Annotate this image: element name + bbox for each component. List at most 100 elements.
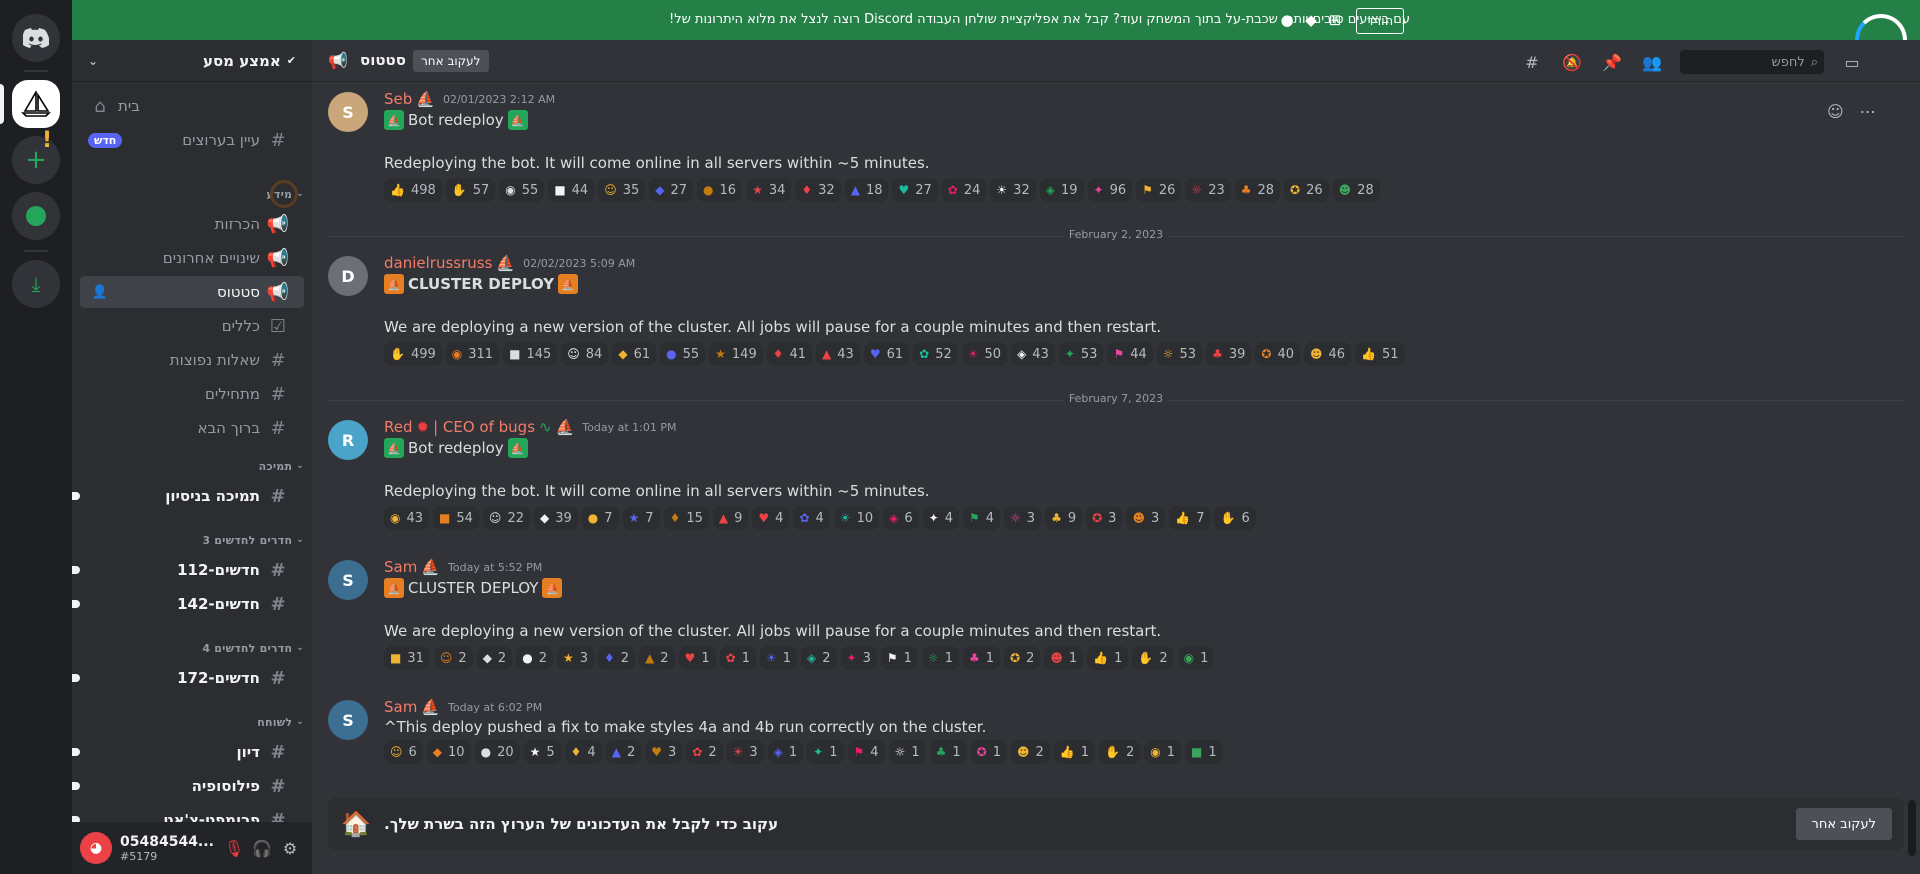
channel-rules[interactable]: כללים ☑ xyxy=(80,310,304,342)
reaction-chip[interactable]: ✿ 52 xyxy=(913,342,958,366)
midjourney-server-icon[interactable] xyxy=(12,80,60,128)
category-newbies-3[interactable]: חדרים לחדשים 3 ⌄ xyxy=(72,528,312,552)
reaction-chip[interactable]: ◆ 39 xyxy=(533,506,578,530)
reaction-chip[interactable]: ✋ 57 xyxy=(445,178,496,202)
inbox-icon[interactable]: ▭ xyxy=(1840,50,1864,74)
reaction-chip[interactable]: ✪ 3 xyxy=(1086,506,1123,530)
user-info[interactable]: 05484544... #5179 xyxy=(120,834,220,863)
reaction-chip[interactable]: ☺ 2 xyxy=(433,646,473,670)
channel-trial-support[interactable]: תמיכה בניסיון # xyxy=(72,480,304,512)
reaction-chip[interactable]: ♥ 4 xyxy=(752,506,790,530)
channel-browse[interactable]: חדש עיין בערוצים # xyxy=(80,124,304,156)
reaction-chip[interactable]: ✦ 53 xyxy=(1058,342,1104,366)
channel-welcome[interactable]: ברוך הבא # xyxy=(80,412,304,444)
reaction-chip[interactable]: ◆ 10 xyxy=(426,740,471,764)
reaction-chip[interactable]: ♥ 3 xyxy=(645,740,683,764)
reaction-chip[interactable]: ● 55 xyxy=(660,342,706,366)
reaction-chip[interactable]: ◈ 1 xyxy=(767,740,804,764)
reaction-chip[interactable]: ♣ 28 xyxy=(1234,178,1281,202)
reaction-chip[interactable]: ☀ 32 xyxy=(990,178,1036,202)
follow-button[interactable]: לעקוב אחר xyxy=(413,50,489,72)
avatar[interactable]: S xyxy=(328,92,368,132)
reaction-chip[interactable]: ★ 149 xyxy=(709,342,763,366)
channel-home[interactable]: ⌂ בית xyxy=(80,90,304,122)
search-input[interactable]: לחפש ⌕ xyxy=(1680,50,1824,74)
reaction-chip[interactable]: ■ 145 xyxy=(503,342,558,366)
reaction-chip[interactable]: ■ 44 xyxy=(548,178,595,202)
reaction-chip[interactable]: ◉ 55 xyxy=(499,178,545,202)
reaction-chip[interactable]: ♦ 4 xyxy=(564,740,602,764)
channel-discussion[interactable]: דיון # xyxy=(72,736,304,768)
reaction-chip[interactable]: ▲ 2 xyxy=(605,740,642,764)
explore-servers-button[interactable] xyxy=(12,192,60,240)
reaction-chip[interactable]: ✿ 2 xyxy=(686,740,723,764)
reaction-chip[interactable]: ✪ 2 xyxy=(1004,646,1041,670)
reaction-chip[interactable]: ◉ 1 xyxy=(1144,740,1182,764)
member-list-icon[interactable]: 👥 xyxy=(1640,50,1664,74)
reaction-chip[interactable]: ⚑ 44 xyxy=(1107,342,1153,366)
reaction-chip[interactable]: ★ 34 xyxy=(746,178,792,202)
avatar[interactable]: S xyxy=(328,560,368,600)
reaction-chip[interactable]: ✦ 96 xyxy=(1087,178,1133,202)
avatar[interactable]: S xyxy=(328,700,368,740)
reaction-chip[interactable]: 👍 1 xyxy=(1053,740,1096,764)
category-chat[interactable]: לשוחח ⌄ xyxy=(72,710,312,734)
reaction-chip[interactable]: ☼ 53 xyxy=(1156,342,1203,366)
channel-newbies-112[interactable]: חדשים-112 # xyxy=(72,554,304,586)
threads-icon[interactable]: # xyxy=(1520,50,1544,74)
reaction-chip[interactable]: ● 16 xyxy=(697,178,743,202)
reaction-chip[interactable]: ☼ 3 xyxy=(1004,506,1042,530)
follow-button[interactable]: לעקוב אחר xyxy=(1795,808,1892,840)
reaction-chip[interactable]: ■ 54 xyxy=(433,506,479,530)
reaction-chip[interactable]: ◆ 27 xyxy=(649,178,694,202)
channel-recent-changes[interactable]: שינויים אחרונים 📢 xyxy=(80,242,304,274)
reaction-chip[interactable]: ◈ 2 xyxy=(801,646,837,670)
reaction-chip[interactable]: ☼ 1 xyxy=(888,740,926,764)
reaction-chip[interactable]: ✪ 1 xyxy=(970,740,1007,764)
reaction-chip[interactable]: ♣ 1 xyxy=(962,646,1001,670)
discord-home-button[interactable] xyxy=(12,14,60,62)
reaction-chip[interactable]: ◈ 43 xyxy=(1011,342,1055,366)
add-member-icon[interactable]: 👤 xyxy=(88,280,112,304)
reaction-chip[interactable]: ✦ 4 xyxy=(922,506,959,530)
reaction-chip[interactable]: 👍 498 xyxy=(384,178,442,202)
reaction-chip[interactable]: ♦ 2 xyxy=(598,646,636,670)
author-name[interactable]: Red xyxy=(384,418,413,436)
reaction-chip[interactable]: ☀ 50 xyxy=(961,342,1008,366)
reaction-chip[interactable]: ◉ 43 xyxy=(384,506,430,530)
reaction-chip[interactable]: ● 20 xyxy=(474,740,520,764)
reaction-chip[interactable]: ✦ 3 xyxy=(840,646,877,670)
reaction-chip[interactable]: ◈ 6 xyxy=(883,506,919,530)
channel-announcements[interactable]: הכרזות 📢 xyxy=(80,208,304,240)
reaction-chip[interactable]: ♣ 39 xyxy=(1206,342,1252,366)
avatar[interactable]: ◕ xyxy=(80,832,112,864)
reaction-chip[interactable]: ☻ 3 xyxy=(1126,506,1166,530)
pin-icon[interactable]: 📌 xyxy=(1600,50,1624,74)
reaction-chip[interactable]: 👍 1 xyxy=(1087,646,1129,670)
reaction-chip[interactable]: ♣ 9 xyxy=(1045,506,1083,530)
category-support[interactable]: תמיכה ⌄ xyxy=(72,454,312,478)
reaction-chip[interactable]: ▲ 9 xyxy=(712,506,749,530)
reaction-chip[interactable]: ♥ 1 xyxy=(678,646,716,670)
reaction-chip[interactable]: ◆ 61 xyxy=(612,342,657,366)
reaction-chip[interactable]: 👍 7 xyxy=(1169,506,1211,530)
channel-getting-started[interactable]: מתחילים # xyxy=(80,378,304,410)
mute-microphone-icon[interactable]: 🎙 xyxy=(220,834,248,862)
reaction-chip[interactable]: ☼ 1 xyxy=(921,646,959,670)
reaction-chip[interactable]: ☻ 2 xyxy=(1011,740,1050,764)
reaction-chip[interactable]: ♦ 15 xyxy=(663,506,709,530)
reaction-chip[interactable]: ✿ 24 xyxy=(941,178,987,202)
author-name[interactable]: Sam xyxy=(384,698,417,716)
reaction-chip[interactable]: ● 2 xyxy=(516,646,553,670)
reaction-chip[interactable]: ■ 31 xyxy=(384,646,430,670)
channel-newbies-172[interactable]: חדשים-172 # xyxy=(72,662,304,694)
reaction-chip[interactable]: ☻ 1 xyxy=(1044,646,1084,670)
reaction-chip[interactable]: ★ 5 xyxy=(523,740,561,764)
reaction-chip[interactable]: ☺ 6 xyxy=(384,740,423,764)
reaction-chip[interactable]: ▲ 2 xyxy=(639,646,675,670)
reaction-chip[interactable]: ⚑ 1 xyxy=(880,646,918,670)
avatar[interactable]: R xyxy=(328,420,368,460)
download-apps-button[interactable]: ⤓ xyxy=(12,260,60,308)
reaction-chip[interactable]: ♦ 32 xyxy=(795,178,841,202)
reaction-chip[interactable]: ✋ 6 xyxy=(1214,506,1256,530)
